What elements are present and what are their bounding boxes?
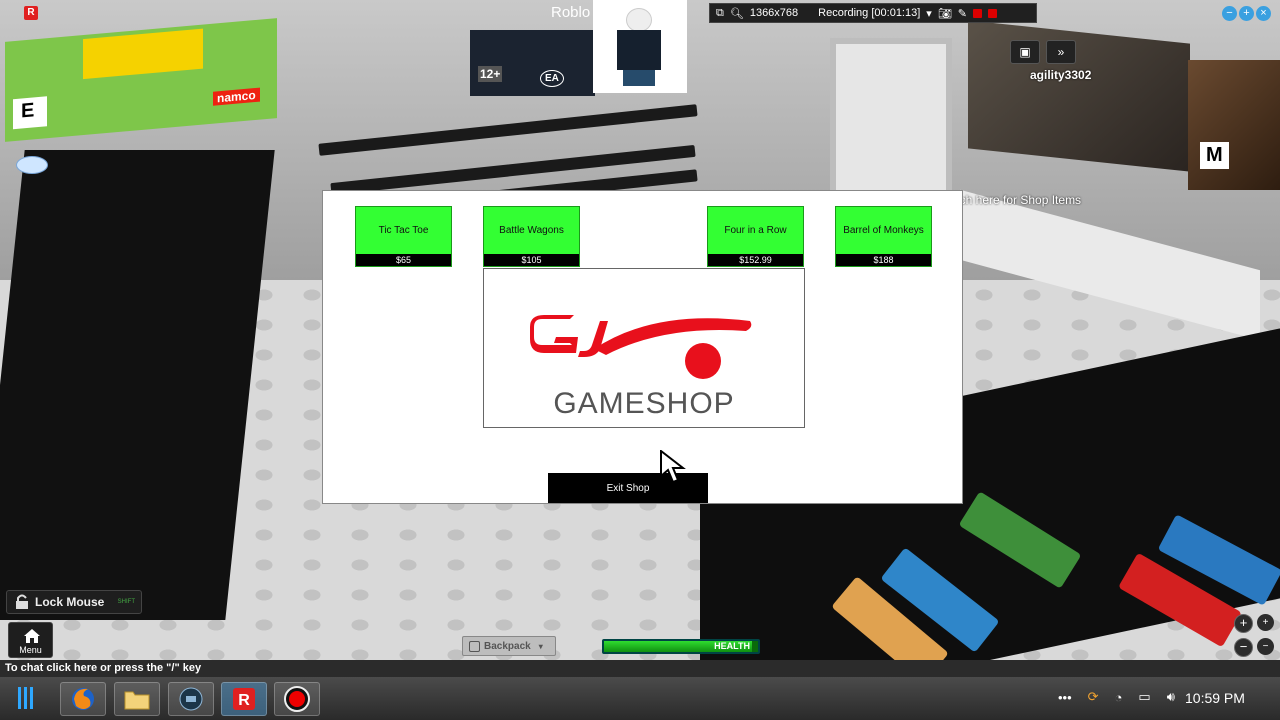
poster-rating-12: 12+ xyxy=(478,66,503,82)
shop-item-price: $188 xyxy=(836,254,931,266)
window-title: Roblo xyxy=(551,4,591,21)
gameshop-logo: GAMESHOP xyxy=(483,268,805,428)
poster-halo xyxy=(968,20,1190,172)
backpack-icon xyxy=(469,640,480,652)
shop-item-price: $65 xyxy=(356,254,451,266)
shop-item-tic-tac-toe[interactable]: Tic Tac Toe $65 xyxy=(355,206,452,267)
pause-icon[interactable] xyxy=(973,8,983,18)
lock-mouse-button[interactable]: Lock Mouse SHIFT xyxy=(6,590,142,614)
poster-namco-text: namco xyxy=(213,87,260,106)
magnifier-icon[interactable]: 🔍︎ xyxy=(730,7,744,20)
roblox-icon[interactable]: R xyxy=(221,682,267,716)
roblox-icon: R xyxy=(24,6,38,20)
wifi-icon[interactable]: ◔ xyxy=(1115,690,1123,705)
poster-ea-logo: EA xyxy=(540,70,564,87)
shop-panel: Tic Tac Toe $65 Battle Wagons $105 Four … xyxy=(322,190,963,504)
gameshop-wordmark: GAMESHOP xyxy=(553,387,735,420)
poster-ea: 12+ EA xyxy=(470,30,595,96)
home-icon xyxy=(24,629,40,643)
poster-mature: M xyxy=(1188,60,1280,190)
clock[interactable]: 10:59 PM xyxy=(1185,690,1245,706)
shop-item-price: $105 xyxy=(484,254,579,266)
start-button[interactable] xyxy=(18,687,38,709)
menu-label: Menu xyxy=(19,645,42,655)
minimize-icon[interactable]: − xyxy=(1222,6,1237,21)
fullscreen-icon[interactable]: ⧉ xyxy=(716,7,724,20)
player-name: agility3302 xyxy=(1030,68,1092,82)
health-bar: HEALTH xyxy=(602,639,760,654)
lock-mouse-label: Lock Mouse xyxy=(35,595,105,609)
dropdown-icon[interactable]: ▾ xyxy=(926,7,932,20)
firefox-icon[interactable] xyxy=(60,682,106,716)
arrow-up-icon[interactable]: + xyxy=(1257,614,1274,631)
sync-icon[interactable]: ⟳ xyxy=(1088,689,1099,705)
arrow-down-icon[interactable]: − xyxy=(1257,638,1274,655)
backpack-button[interactable]: Backpack ▾ xyxy=(462,636,556,656)
pencil-icon[interactable]: ✎ xyxy=(958,7,967,20)
recorder-status: Recording [00:01:13] xyxy=(818,7,921,19)
window-toggle-icon[interactable]: ▣ xyxy=(1010,40,1040,64)
zoom-out-button[interactable]: − xyxy=(1234,638,1253,657)
shop-item-four-in-a-row[interactable]: Four in a Row $152.99 xyxy=(707,206,804,267)
recorder-resolution: 1366x768 xyxy=(749,7,799,19)
window-controls: − + × xyxy=(1222,6,1271,21)
poster-rating-m: M xyxy=(1200,142,1229,169)
shop-item-name: Four in a Row xyxy=(724,225,787,236)
recorder-bar: ⧉ 🔍︎ 1366x768 Recording [00:01:13] ▾ 📷︎ … xyxy=(709,3,1037,23)
camera-icon[interactable]: 📷︎ xyxy=(938,7,952,20)
gameshop-logo-mark xyxy=(530,315,752,379)
fast-forward-icon[interactable]: » xyxy=(1046,40,1076,64)
stop-icon[interactable] xyxy=(988,8,998,18)
lock-icon xyxy=(16,594,28,609)
logo-letter-g xyxy=(530,315,578,353)
chat-input-prompt[interactable]: To chat click here or press the "/" key xyxy=(0,660,1280,677)
shop-item-price: $152.99 xyxy=(708,254,803,266)
zoom-in-button[interactable]: + xyxy=(1234,614,1253,633)
shop-hint-text: ich here for Shop Items xyxy=(957,193,1082,207)
shop-item-name: Battle Wagons xyxy=(499,225,564,236)
close-icon[interactable]: × xyxy=(1256,6,1271,21)
logo-ball xyxy=(685,343,721,379)
window-title-bar: R Roblo ⧉ 🔍︎ 1366x768 Recording [00:01:1… xyxy=(0,0,1280,26)
folder-icon[interactable] xyxy=(114,682,160,716)
battery-icon[interactable]: ▭ xyxy=(1138,689,1150,705)
media-icon[interactable] xyxy=(168,682,214,716)
record-icon[interactable] xyxy=(274,682,320,716)
maximize-icon[interactable]: + xyxy=(1239,6,1254,21)
backpack-label: Backpack xyxy=(484,640,531,652)
menu-button[interactable]: Menu xyxy=(8,622,53,658)
logo-swoosh xyxy=(594,318,752,355)
system-tray: ••• ⟳ ◔ ▭ 🔊︎ xyxy=(1058,689,1175,705)
poster-rating-e: E xyxy=(21,99,35,123)
door xyxy=(830,38,952,200)
svg-text:R: R xyxy=(238,692,250,709)
chat-bubble-icon xyxy=(16,156,48,174)
taskbar: R ••• ⟳ ◔ ▭ 🔊︎ 10:59 PM xyxy=(0,677,1280,720)
shop-item-barrel-of-monkeys[interactable]: Barrel of Monkeys $188 xyxy=(835,206,932,267)
shop-item-name: Tic Tac Toe xyxy=(378,225,429,236)
chevron-down-icon: ▾ xyxy=(538,641,543,651)
player-list-controls: ▣ » xyxy=(1010,40,1076,64)
volume-icon[interactable]: 🔊︎ xyxy=(1167,689,1175,705)
shop-item-name: Barrel of Monkeys xyxy=(843,225,924,236)
shop-item-battle-wagons[interactable]: Battle Wagons $105 xyxy=(483,206,580,267)
mouse-cursor-icon xyxy=(660,450,686,484)
lock-mouse-shortcut: SHIFT xyxy=(117,599,135,605)
tray-overflow[interactable]: ••• xyxy=(1058,690,1072,705)
health-label: HEALTH xyxy=(714,641,750,651)
